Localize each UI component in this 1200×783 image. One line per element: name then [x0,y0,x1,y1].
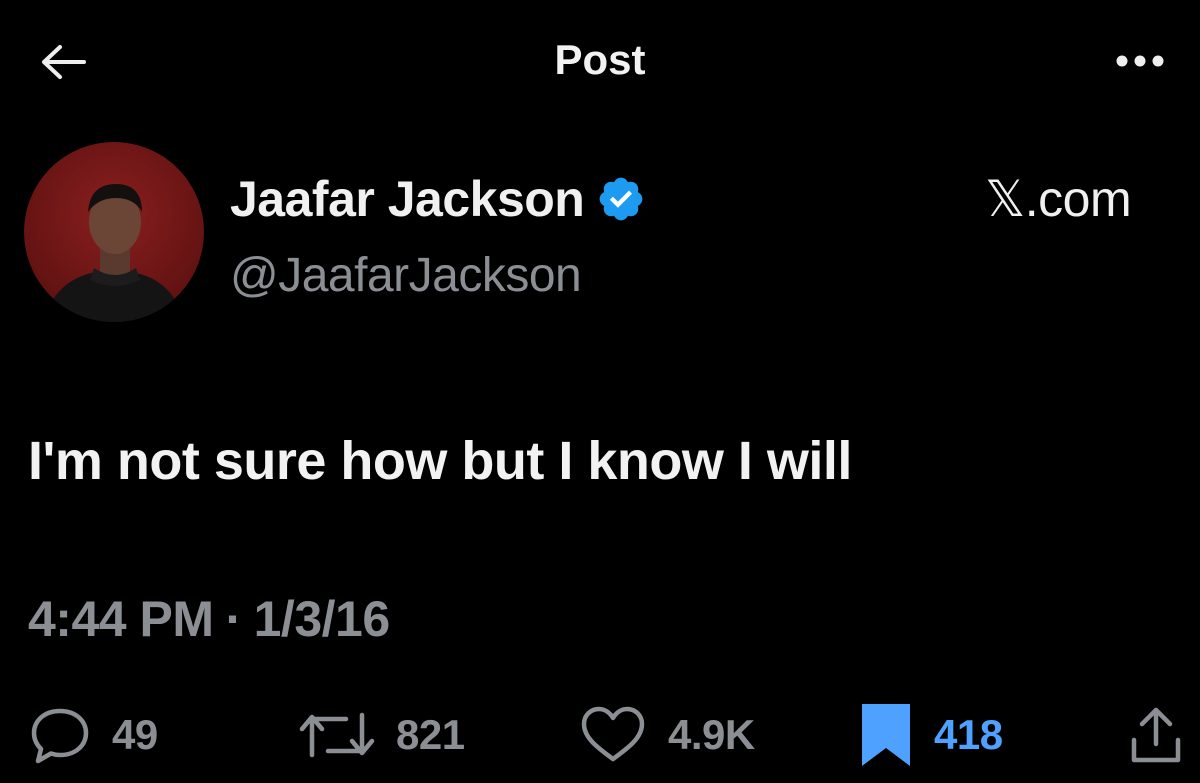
more-icon [1116,55,1164,67]
repost-icon [299,712,375,758]
reply-button[interactable]: 49 [28,700,158,770]
post-text: I'm not sure how but I know I will [28,431,852,491]
author-name[interactable]: Jaafar Jackson [230,170,646,228]
timestamp: 4:44 PM · 1/3/16 [28,590,390,648]
repost-button[interactable]: 821 [298,700,465,770]
bookmark-icon [862,704,910,766]
source-label: 𝕏.com [985,171,1132,227]
post-date: 1/3/16 [253,591,391,647]
repost-count: 821 [396,711,465,758]
like-count: 4.9K [668,711,755,758]
like-icon [581,706,645,762]
like-button[interactable]: 4.9K [578,700,755,770]
more-button[interactable] [1100,36,1180,86]
post-time: 4:44 PM [28,591,214,647]
reply-icon [31,708,89,764]
bookmark-count: 418 [934,711,1003,758]
timestamp-separator: · [225,591,242,647]
verified-badge-icon [596,174,646,224]
avatar[interactable] [24,142,204,322]
share-button[interactable] [1128,700,1184,770]
author-handle[interactable]: @JaafarJackson [230,248,582,303]
bookmark-button[interactable]: 418 [858,700,1003,770]
page-title: Post [554,36,646,83]
reply-count: 49 [112,711,158,758]
author-name-text: Jaafar Jackson [230,171,585,227]
share-icon [1131,707,1181,763]
